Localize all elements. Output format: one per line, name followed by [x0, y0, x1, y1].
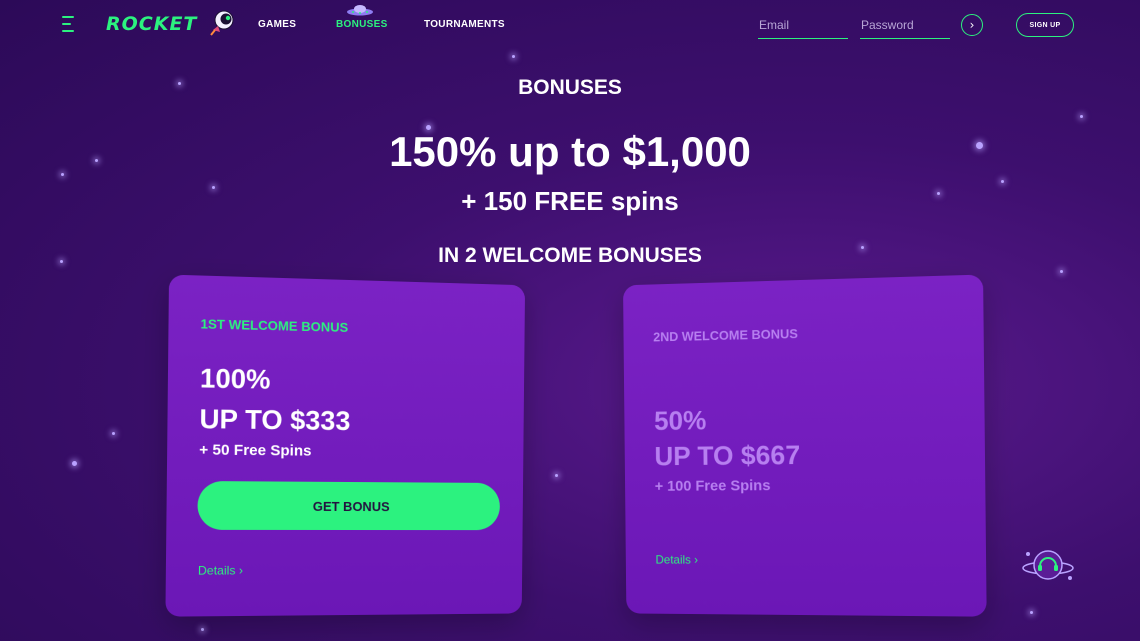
arrow-right-icon: ›	[969, 18, 975, 32]
menu-icon[interactable]	[62, 16, 76, 34]
bonus-amount: UP TO $333	[199, 403, 351, 437]
welcome-subtitle: IN 2 WELCOME BONUSES	[438, 244, 702, 267]
page-title: BONUSES	[518, 76, 622, 99]
details-link[interactable]: Details ›	[655, 553, 698, 567]
card-label: 1ST WELCOME BONUS	[200, 316, 349, 335]
free-spins-headline: + 150 FREE spins	[461, 186, 679, 216]
bonus-amount: UP TO $667	[654, 440, 801, 472]
login-submit-button[interactable]: ›	[961, 14, 983, 36]
card-label: 2ND WELCOME BONUS	[653, 326, 798, 345]
astronaut-logo-icon	[210, 10, 234, 36]
email-input[interactable]	[758, 15, 849, 32]
signup-button[interactable]: SIGN UP	[1016, 13, 1074, 37]
nav-bonuses[interactable]: BONUSES	[336, 19, 388, 30]
support-astronaut-icon[interactable]	[1020, 546, 1076, 586]
bonus-percent: 50%	[653, 405, 707, 436]
nav-tournaments[interactable]: TOURNAMENTS	[424, 19, 505, 30]
bonus-percent: 100%	[199, 363, 271, 395]
password-input[interactable]	[860, 15, 951, 32]
second-welcome-bonus-card: 2ND WELCOME BONUS 50% UP TO $667 + 100 F…	[623, 274, 987, 617]
get-bonus-button[interactable]: GET BONUS	[197, 481, 501, 531]
details-link[interactable]: Details ›	[198, 563, 243, 577]
site-logo[interactable]: ROCKET	[106, 13, 197, 35]
first-welcome-bonus-card: 1ST WELCOME BONUS 100% UP TO $333 + 50 F…	[165, 274, 526, 617]
bonus-free-spins: + 100 Free Spins	[654, 477, 771, 495]
ufo-icon	[347, 5, 373, 16]
top-navigation: ROCKET GAMES BONUSES TOURNAMENTS › SIGN …	[0, 0, 1140, 52]
bonus-free-spins: + 50 Free Spins	[199, 441, 312, 460]
bonus-headline: 150% up to $1,000	[389, 128, 751, 175]
email-field-wrapper	[758, 14, 849, 39]
password-field-wrapper	[860, 14, 951, 39]
nav-games[interactable]: GAMES	[258, 19, 296, 30]
